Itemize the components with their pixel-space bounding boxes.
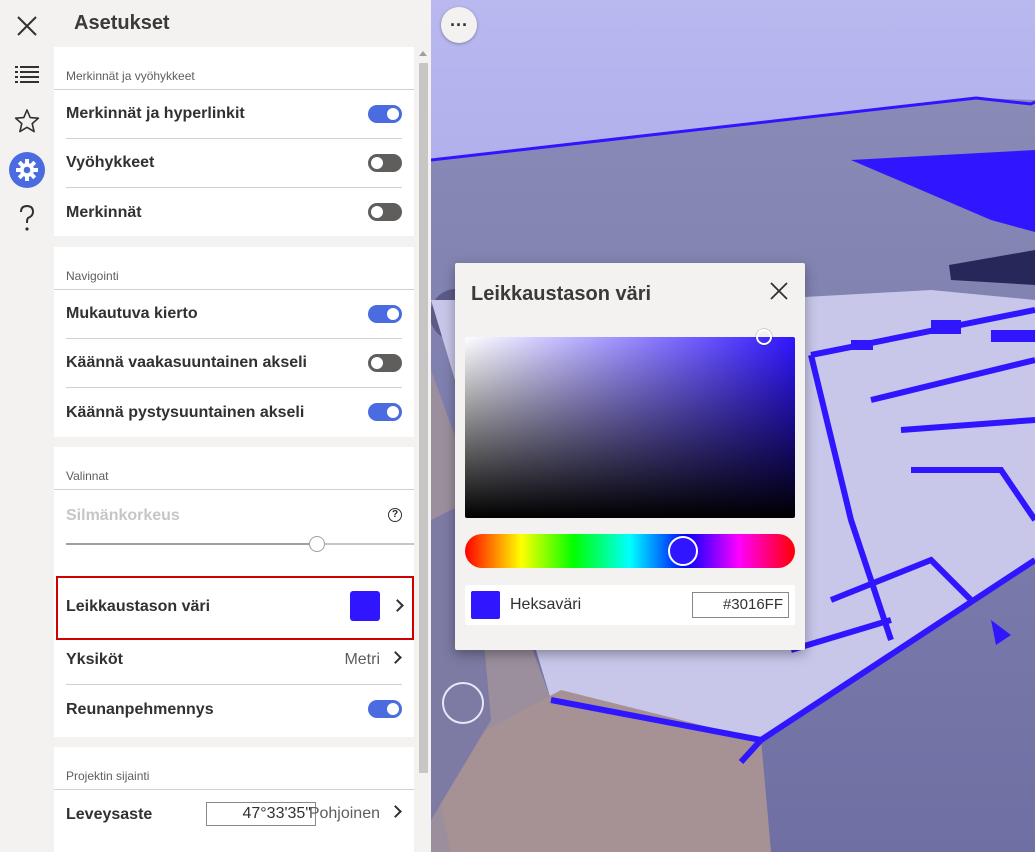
antialiasing-toggle[interactable] bbox=[368, 700, 402, 718]
setting-markups: Merkinnät bbox=[66, 188, 402, 237]
chevron-right-icon bbox=[391, 599, 404, 612]
hex-label: Heksaväri bbox=[510, 596, 582, 613]
close-icon bbox=[17, 16, 37, 36]
list-button[interactable] bbox=[7, 54, 47, 94]
setting-latitude: Leveysaste 47°33'35" Pohjoinen bbox=[66, 790, 402, 839]
saturation-value-area[interactable] bbox=[465, 329, 795, 518]
settings-button[interactable] bbox=[9, 152, 45, 188]
eye-height-slider-fill bbox=[66, 543, 317, 545]
page-title: Asetukset bbox=[74, 12, 170, 34]
color-picker-dialog: Leikkaustason väri Heksaväri #3016FF bbox=[455, 263, 805, 650]
eye-height-slider-thumb[interactable] bbox=[308, 536, 325, 552]
more-options-button[interactable]: ··· bbox=[441, 7, 477, 43]
list-icon bbox=[15, 66, 39, 83]
hex-color-swatch bbox=[471, 591, 500, 619]
hue-slider[interactable] bbox=[465, 534, 795, 568]
section-location: Projektin sijainti Leveysaste 47°33'35" … bbox=[54, 747, 414, 852]
setting-label: Vyöhykkeet bbox=[66, 154, 155, 171]
section-heading: Valinnat bbox=[54, 447, 414, 490]
adaptive-orbit-toggle[interactable] bbox=[368, 305, 402, 323]
markups-hyperlinks-toggle[interactable] bbox=[368, 105, 402, 123]
setting-zones: Vyöhykkeet bbox=[66, 139, 402, 188]
setting-label: Reunanpehmennys bbox=[66, 700, 214, 718]
zones-toggle[interactable] bbox=[368, 154, 402, 172]
setting-invert-vertical: Käännä pystysuuntainen akseli bbox=[66, 388, 402, 437]
latitude-hemisphere: Pohjoinen bbox=[308, 805, 380, 822]
help-button[interactable] bbox=[7, 198, 47, 238]
color-picker-title: Leikkaustason väri bbox=[471, 283, 652, 305]
panel-scrollbar[interactable] bbox=[416, 47, 430, 852]
markups-toggle[interactable] bbox=[368, 203, 402, 221]
setting-markups-hyperlinks: Merkinnät ja hyperlinkit bbox=[66, 90, 402, 139]
help-icon bbox=[20, 204, 35, 231]
settings-panel: Merkinnät ja vyöhykkeet Merkinnät ja hyp… bbox=[54, 47, 414, 852]
setting-label: Merkinnät ja hyperlinkit bbox=[66, 105, 245, 122]
setting-antialiasing: Reunanpehmennys bbox=[66, 685, 402, 734]
setting-label: Käännä vaakasuuntainen akseli bbox=[66, 354, 307, 371]
section-heading: Navigointi bbox=[54, 247, 414, 290]
saturation-value-handle[interactable] bbox=[756, 329, 773, 345]
units-value: Metri bbox=[344, 651, 380, 668]
invert-horizontal-toggle[interactable] bbox=[368, 354, 402, 372]
setting-label: Merkinnät bbox=[66, 203, 142, 221]
section-plane-color-swatch[interactable] bbox=[350, 591, 380, 621]
setting-eye-height: Silmänkorkeus ? bbox=[54, 490, 414, 574]
setting-label: Leikkaustason väri bbox=[66, 598, 211, 615]
eye-height-label: Silmänkorkeus bbox=[66, 507, 180, 524]
setting-label: Leveysaste bbox=[66, 805, 153, 823]
setting-label: Yksiköt bbox=[66, 651, 123, 668]
setting-units[interactable]: Yksiköt Metri bbox=[66, 636, 402, 685]
close-icon[interactable] bbox=[769, 281, 789, 301]
chevron-right-icon bbox=[389, 651, 402, 664]
setting-label: Mukautuva kierto bbox=[66, 305, 198, 322]
latitude-input[interactable]: 47°33'35" bbox=[206, 802, 316, 826]
section-heading: Merkinnät ja vyöhykkeet bbox=[54, 47, 414, 90]
eye-height-help-icon[interactable]: ? bbox=[388, 508, 402, 522]
chevron-right-icon[interactable] bbox=[389, 805, 402, 818]
left-rail bbox=[0, 0, 54, 852]
eye-height-slider[interactable] bbox=[66, 536, 414, 552]
close-button[interactable] bbox=[7, 6, 47, 46]
section-heading: Projektin sijainti bbox=[54, 747, 414, 790]
hue-slider-thumb[interactable] bbox=[667, 536, 698, 566]
section-navigation: Navigointi Mukautuva kierto Käännä vaaka… bbox=[54, 247, 414, 437]
setting-section-plane-color[interactable]: Leikkaustason väri bbox=[56, 576, 414, 640]
section-markups: Merkinnät ja vyöhykkeet Merkinnät ja hyp… bbox=[54, 47, 414, 236]
setting-adaptive-orbit: Mukautuva kierto bbox=[66, 290, 402, 339]
invert-vertical-toggle[interactable] bbox=[368, 403, 402, 421]
setting-label: Käännä pystysuuntainen akseli bbox=[66, 403, 305, 421]
scroll-up-arrow-icon[interactable] bbox=[419, 51, 427, 56]
hex-color-input[interactable]: #3016FF bbox=[692, 592, 789, 618]
star-icon bbox=[14, 109, 40, 133]
gear-icon bbox=[16, 159, 38, 181]
hex-color-row: Heksaväri #3016FF bbox=[465, 585, 795, 625]
favorites-button[interactable] bbox=[7, 101, 47, 141]
setting-invert-horizontal: Käännä vaakasuuntainen akseli bbox=[66, 339, 402, 388]
scroll-thumb[interactable] bbox=[419, 63, 428, 773]
